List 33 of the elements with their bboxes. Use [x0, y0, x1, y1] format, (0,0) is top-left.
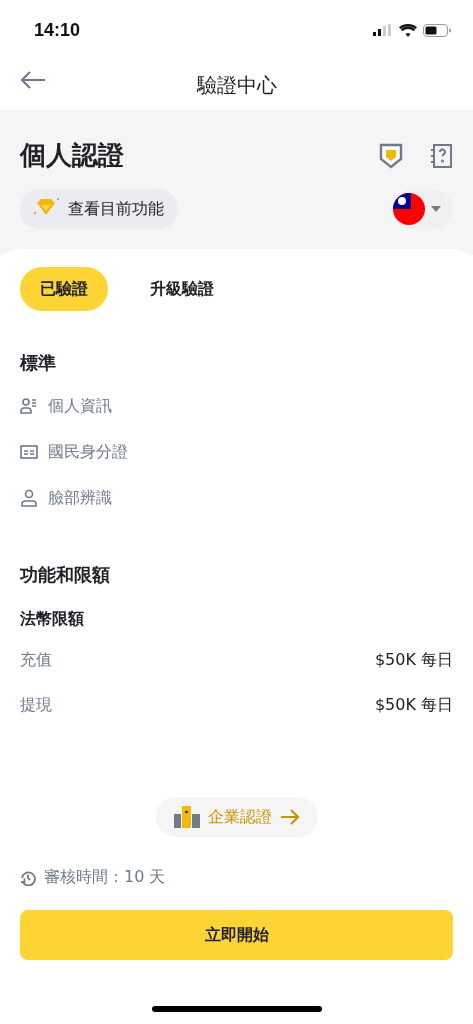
- wifi-icon: [399, 23, 417, 37]
- section-title: 標準: [20, 352, 56, 373]
- limit-value: $50K 每日: [374, 695, 453, 716]
- arrow-right-icon: [279, 809, 300, 825]
- back-button[interactable]: [20, 70, 46, 90]
- tab[interactable]: 已驗證: [20, 267, 108, 311]
- limit-label: 充值: [20, 650, 52, 671]
- signal-icon: [373, 24, 393, 36]
- section-title: 功能和限額: [20, 564, 110, 585]
- limit-value: $50K 每日: [374, 650, 453, 671]
- person-icon: [20, 489, 38, 507]
- start-button[interactable]: 立即開始: [20, 910, 453, 960]
- shield-icon[interactable]: [379, 142, 403, 169]
- section-heading: 個人認證: [20, 139, 124, 172]
- person-list-icon: [20, 397, 38, 415]
- requirement-label: 臉部辨識: [48, 487, 112, 509]
- tab[interactable]: 升級驗證: [130, 267, 234, 311]
- limit-label: 提現: [20, 695, 52, 716]
- history-icon: [20, 869, 36, 886]
- requirement-label: 個人資訊: [48, 395, 112, 417]
- battery-icon: [423, 23, 451, 37]
- help-document-icon[interactable]: [429, 142, 453, 169]
- status-time: 14:10: [34, 19, 81, 41]
- review-time: 審核時間：10 天: [44, 867, 166, 888]
- features-button[interactable]: 查看目前功能: [20, 189, 178, 229]
- id-card-icon: [20, 444, 38, 460]
- country-selector[interactable]: [393, 189, 453, 229]
- subsection-title: 法幣限額: [20, 609, 84, 628]
- caret-icon: [431, 206, 441, 212]
- page-title: 驗證中心: [196, 71, 277, 99]
- buildings-icon: [173, 806, 200, 828]
- flag-icon: [393, 193, 425, 225]
- requirement-label: 國民身分證: [48, 441, 128, 463]
